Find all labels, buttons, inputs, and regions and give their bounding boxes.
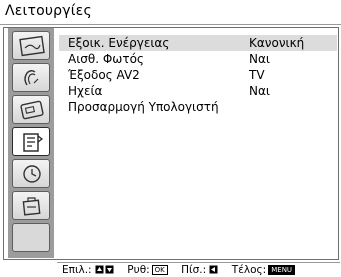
category-sidebar xyxy=(8,28,54,258)
up-down-arrow-icon xyxy=(95,265,114,274)
page-title: Λειτουργίες xyxy=(5,3,92,19)
key-guide: Επιλ.: Ρυθ: OK Πίσ.: Τέλος: MENU xyxy=(62,263,341,277)
adjust-label: Ρυθ: xyxy=(127,264,150,276)
title-divider xyxy=(0,24,341,25)
features-icon xyxy=(23,133,43,152)
menu-key: MENU xyxy=(268,265,296,275)
setup-icon xyxy=(22,197,41,216)
menu-item-label: Προσαρμογή Υπολογιστή xyxy=(68,100,219,114)
tab-timer[interactable] xyxy=(12,159,50,188)
back-label: Πίσ.: xyxy=(181,264,207,276)
left-arrow-icon xyxy=(209,265,218,274)
select-hint: Επιλ.: xyxy=(62,264,117,276)
options-menu: Εξοικ. Ενέργειας Κανονική Αισθ. Φωτός Να… xyxy=(59,35,337,115)
timer-icon xyxy=(23,165,41,183)
tab-sound[interactable] xyxy=(12,63,50,92)
end-hint: Τέλος: MENU xyxy=(231,264,296,276)
menu-item-label: Εξοικ. Ενέργειας xyxy=(68,36,170,50)
menu-item-value: Κανονική xyxy=(249,36,305,50)
tab-empty xyxy=(12,223,50,252)
select-label: Επιλ.: xyxy=(62,264,92,276)
menu-item-pc-adjust[interactable]: Προσαρμογή Υπολογιστή xyxy=(59,99,337,115)
back-hint: Πίσ.: xyxy=(181,264,222,276)
tab-picture[interactable] xyxy=(12,31,50,60)
menu-item-speakers[interactable]: Ηχεία Ναι xyxy=(59,83,337,99)
menu-item-av2-output[interactable]: Έξοδος AV2 TV xyxy=(59,67,337,83)
ok-key: OK xyxy=(151,265,168,275)
menu-item-light-sensor[interactable]: Αισθ. Φωτός Ναι xyxy=(59,51,337,67)
menu-item-value: Ναι xyxy=(249,52,270,66)
tab-features[interactable] xyxy=(12,127,50,156)
tab-setup[interactable] xyxy=(12,191,50,220)
picture-icon xyxy=(19,35,45,57)
menu-item-label: Έξοδος AV2 xyxy=(68,68,140,82)
adjust-hint: Ρυθ: OK xyxy=(127,264,171,276)
menu-item-label: Αισθ. Φωτός xyxy=(68,52,144,66)
tab-screen[interactable] xyxy=(12,95,50,124)
menu-item-value: TV xyxy=(249,68,265,82)
end-label: Τέλος: xyxy=(231,264,267,276)
menu-item-value: Ναι xyxy=(249,84,270,98)
sound-icon xyxy=(24,70,39,86)
menu-item-power-saving[interactable]: Εξοικ. Ενέργειας Κανονική xyxy=(59,35,337,51)
screen-icon xyxy=(20,100,44,120)
menu-item-label: Ηχεία xyxy=(68,84,103,98)
